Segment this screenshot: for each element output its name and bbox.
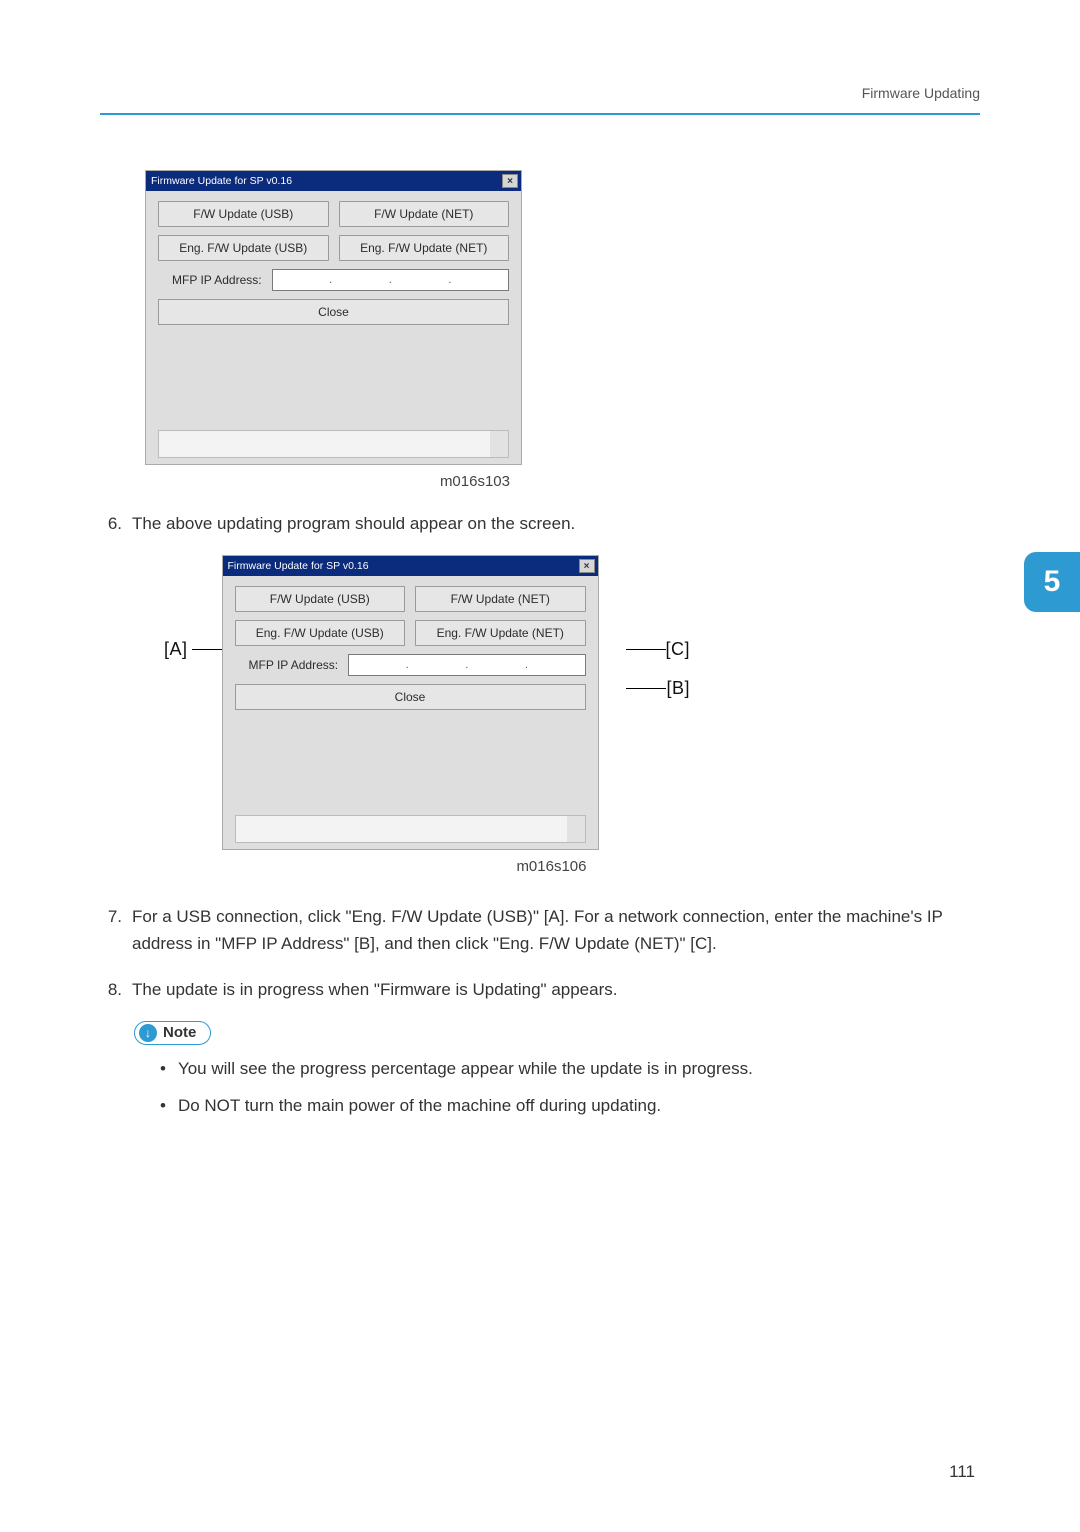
dialog-body: F/W Update (USB) F/W Update (NET) Eng. F…	[223, 576, 598, 849]
firmware-dialog: Firmware Update for SP v0.16 × F/W Updat…	[145, 170, 522, 465]
down-arrow-icon: ↓	[139, 1024, 157, 1042]
close-button[interactable]: Close	[158, 299, 509, 325]
figure-1: Firmware Update for SP v0.16 × F/W Updat…	[145, 170, 522, 490]
bullet-icon: •	[160, 1055, 166, 1082]
step-6-text: The above updating program should appear…	[132, 510, 575, 537]
dialog-body: F/W Update (USB) F/W Update (NET) Eng. F…	[146, 191, 521, 464]
eng-fw-update-net-button[interactable]: Eng. F/W Update (NET)	[415, 620, 586, 646]
ip-address-input[interactable]: . . .	[272, 269, 509, 291]
ip-address-label: MFP IP Address:	[158, 273, 262, 287]
dialog-title-text: Firmware Update for SP v0.16	[149, 175, 292, 187]
dialog-close-icon[interactable]: ×	[502, 174, 518, 188]
fw-update-usb-button[interactable]: F/W Update (USB)	[158, 201, 329, 227]
callout-a: [A]	[164, 639, 188, 660]
note-label: Note	[163, 1024, 196, 1041]
figure-1-caption: m016s103	[145, 473, 522, 490]
callout-c: [C]	[665, 639, 690, 660]
eng-fw-update-net-button[interactable]: Eng. F/W Update (NET)	[339, 235, 510, 261]
ip-address-label: MFP IP Address:	[235, 658, 339, 672]
ip-dot: .	[329, 274, 332, 286]
eng-fw-update-usb-button[interactable]: Eng. F/W Update (USB)	[158, 235, 329, 261]
note-item: You will see the progress percentage app…	[178, 1055, 753, 1082]
ip-dot: .	[389, 274, 392, 286]
figure-2: [A] [B] [C] Firmware Update for SP v0.16…	[150, 555, 670, 875]
close-button[interactable]: Close	[235, 684, 586, 710]
dialog-titlebar: Firmware Update for SP v0.16 ×	[223, 556, 598, 576]
fw-update-net-button[interactable]: F/W Update (NET)	[339, 201, 510, 227]
callout-line	[626, 649, 666, 650]
dialog-log-area	[158, 430, 509, 458]
page-number: 111	[949, 1462, 975, 1482]
step-number: 8.	[100, 976, 122, 1003]
note-item: Do NOT turn the main power of the machin…	[178, 1092, 661, 1119]
dialog-titlebar: Firmware Update for SP v0.16 ×	[146, 171, 521, 191]
fw-update-net-button[interactable]: F/W Update (NET)	[415, 586, 586, 612]
step-8-text: The update is in progress when "Firmware…	[132, 976, 617, 1003]
dialog-title-text: Firmware Update for SP v0.16	[226, 560, 369, 572]
note-badge: ↓ Note	[134, 1021, 211, 1045]
step-7-text: For a USB connection, click "Eng. F/W Up…	[132, 903, 980, 957]
dialog-close-icon[interactable]: ×	[579, 559, 595, 573]
callout-line	[626, 688, 666, 689]
bullet-icon: •	[160, 1092, 166, 1119]
step-number: 7.	[100, 903, 122, 957]
step-number: 6.	[100, 510, 122, 537]
header-rule	[100, 113, 980, 115]
ip-dot: .	[448, 274, 451, 286]
figure-2-caption: m016s106	[222, 858, 599, 875]
ip-dot: .	[465, 659, 468, 671]
page-header-label: Firmware Updating	[100, 85, 980, 101]
fw-update-usb-button[interactable]: F/W Update (USB)	[235, 586, 406, 612]
callout-b: [B]	[666, 678, 690, 699]
eng-fw-update-usb-button[interactable]: Eng. F/W Update (USB)	[235, 620, 406, 646]
ip-address-input[interactable]: . . .	[348, 654, 585, 676]
ip-dot: .	[406, 659, 409, 671]
dialog-log-area	[235, 815, 586, 843]
page-container: Firmware Updating Firmware Update for SP…	[0, 0, 1080, 1532]
firmware-dialog: Firmware Update for SP v0.16 × F/W Updat…	[222, 555, 599, 850]
ip-dot: .	[525, 659, 528, 671]
